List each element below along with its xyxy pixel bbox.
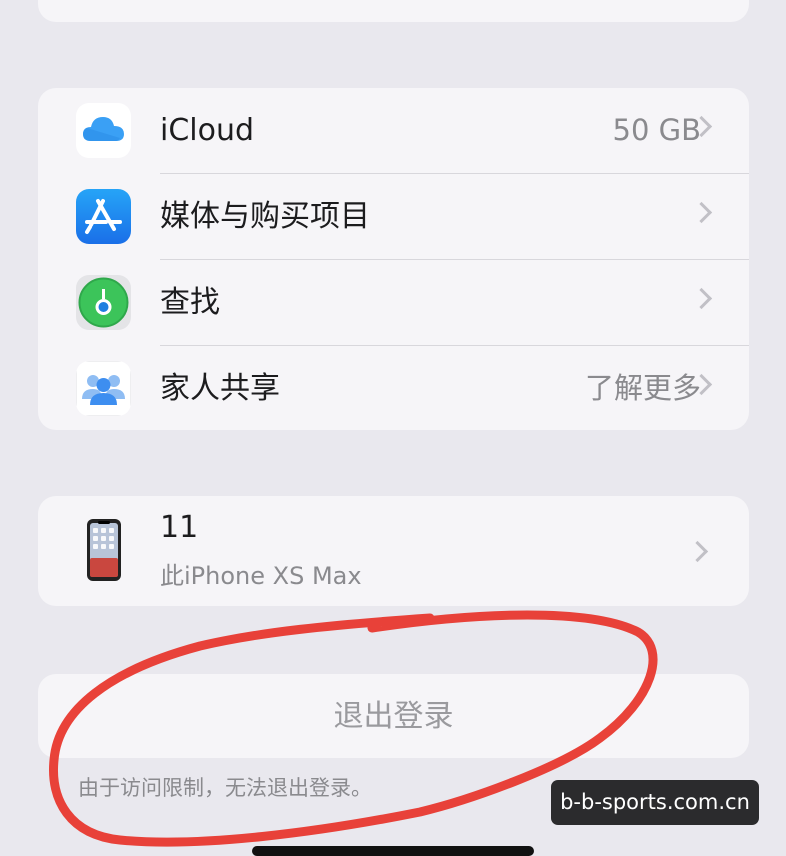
icloud-row[interactable]: iCloud 50 GB bbox=[38, 88, 749, 173]
icloud-storage-value: 50 GB bbox=[612, 113, 702, 147]
family-sharing-row[interactable]: 家人共享 了解更多 bbox=[38, 346, 749, 430]
media-purchases-row[interactable]: 媒体与购买项目 bbox=[38, 174, 749, 259]
app-store-icon bbox=[76, 189, 131, 244]
device-model: 此iPhone XS Max bbox=[160, 562, 362, 590]
watermark: b-b-sports.com.cn bbox=[551, 780, 759, 825]
media-purchases-label: 媒体与购买项目 bbox=[160, 199, 370, 234]
iphone-icon bbox=[87, 519, 121, 581]
device-row[interactable]: 11 此iPhone XS Max bbox=[38, 496, 749, 606]
sign-out-restriction-note: 由于访问限制，无法退出登录。 bbox=[78, 776, 372, 800]
icloud-icon bbox=[76, 103, 131, 158]
chevron-right-icon bbox=[690, 287, 713, 310]
account-services-group: iCloud 50 GB 媒体与购买项目 查找 家人共享 了解更多 bbox=[38, 88, 749, 430]
sign-out-group: 退出登录 bbox=[38, 674, 749, 758]
learn-more-link[interactable]: 了解更多 bbox=[585, 346, 701, 430]
find-my-label: 查找 bbox=[160, 285, 220, 320]
find-my-row[interactable]: 查找 bbox=[38, 260, 749, 345]
find-my-icon bbox=[76, 275, 131, 330]
icloud-label: iCloud bbox=[160, 113, 255, 148]
chevron-right-icon bbox=[686, 540, 709, 563]
previous-section-card bbox=[38, 0, 749, 22]
family-sharing-icon bbox=[76, 361, 131, 416]
home-indicator bbox=[252, 846, 534, 856]
device-name: 11 bbox=[160, 510, 199, 545]
sign-out-button[interactable]: 退出登录 bbox=[38, 674, 749, 758]
chevron-right-icon bbox=[690, 201, 713, 224]
family-sharing-label: 家人共享 bbox=[160, 371, 280, 406]
